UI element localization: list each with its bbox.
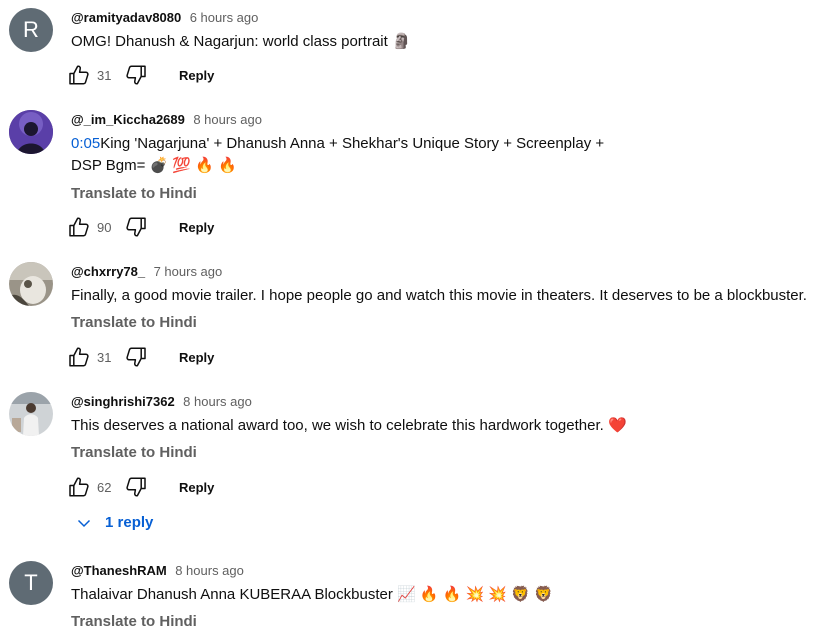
comment-text-line1: King 'Nagarjuna' + Dhanush Anna + Shekha… (100, 135, 605, 152)
like-count: 31 (97, 349, 112, 365)
reply-button[interactable]: Reply (179, 68, 214, 83)
comment-emoji: 💣 💯 🔥 🔥 (149, 157, 237, 174)
comment-actions: 62 Reply (67, 475, 214, 499)
comment-time[interactable]: 6 hours ago (190, 10, 259, 25)
comment-time[interactable]: 8 hours ago (193, 112, 262, 127)
avatar[interactable]: R (9, 8, 53, 52)
comment-emoji: 📈 🔥 🔥 💥 💥 🦁 🦁 (397, 586, 553, 603)
comment-emoji: ❤️ (607, 417, 627, 434)
comment-author[interactable]: @singhrishi7362 (71, 394, 175, 409)
avatar-letter: T (24, 570, 38, 595)
comment-time[interactable]: 8 hours ago (183, 394, 252, 409)
comment-actions: 31 Reply (67, 63, 214, 87)
comment-text-body: OMG! Dhanush & Nagarjun: world class por… (71, 33, 388, 50)
translate-button[interactable]: Translate to Hindi (71, 185, 197, 202)
comment-actions: 90 Reply (67, 215, 214, 239)
comment-header: @ramityadav8080 6 hours ago (71, 9, 258, 27)
thumbs-up-icon[interactable] (67, 63, 91, 87)
thumbs-down-icon[interactable] (124, 215, 148, 239)
chevron-down-icon (77, 519, 91, 527)
like-count: 31 (97, 67, 112, 83)
avatar[interactable] (9, 262, 53, 306)
thumbs-up-icon[interactable] (67, 345, 91, 369)
replies-toggle[interactable]: 1 reply (76, 514, 153, 531)
reply-button[interactable]: Reply (179, 220, 214, 235)
thumbs-down-icon[interactable] (124, 63, 148, 87)
like-count: 90 (97, 219, 112, 235)
thumbs-down-icon[interactable] (124, 345, 148, 369)
comment-text-line2: DSP Bgm= (71, 157, 146, 174)
thumbs-up-icon[interactable] (67, 475, 91, 499)
reply-button[interactable]: Reply (179, 480, 214, 495)
avatar[interactable] (9, 392, 53, 436)
avatar-image (9, 262, 53, 306)
comment-time[interactable]: 7 hours ago (154, 264, 223, 279)
like-count: 62 (97, 479, 112, 495)
comment-actions: 31 Reply (67, 345, 214, 369)
comment-text: Finally, a good movie trailer. I hope pe… (71, 287, 807, 304)
comment-author[interactable]: @ThaneshRAM (71, 563, 167, 578)
comment-text: This deserves a national award too, we w… (71, 415, 627, 437)
comment-text: OMG! Dhanush & Nagarjun: world class por… (71, 31, 411, 53)
avatar-image (9, 110, 53, 154)
comment-header: @_im_Kiccha2689 8 hours ago (71, 111, 262, 129)
avatar[interactable]: T (9, 561, 53, 605)
comment-header: @singhrishi7362 8 hours ago (71, 393, 252, 411)
thumbs-up-icon[interactable] (67, 215, 91, 239)
comment-text-body: This deserves a national award too, we w… (71, 417, 604, 434)
comment-header: @chxrry78_ 7 hours ago (71, 263, 222, 281)
translate-button[interactable]: Translate to Hindi (71, 314, 197, 331)
timestamp-link[interactable]: 0:05 (71, 135, 100, 152)
comment-text-body: Thalaivar Dhanush Anna KUBERAA Blockbust… (71, 586, 393, 603)
comment-emoji: 🗿 (391, 33, 411, 50)
comment-text: 0:05King 'Nagarjuna' + Dhanush Anna + Sh… (71, 133, 604, 177)
comment-author[interactable]: @chxrry78_ (71, 264, 145, 279)
translate-button[interactable]: Translate to Hindi (71, 444, 197, 461)
comment-time[interactable]: 8 hours ago (175, 563, 244, 578)
avatar-letter: R (23, 17, 39, 42)
translate-button[interactable]: Translate to Hindi (71, 613, 197, 630)
comment-author[interactable]: @ramityadav8080 (71, 10, 181, 25)
thumbs-down-icon[interactable] (124, 475, 148, 499)
comment-header: @ThaneshRAM 8 hours ago (71, 562, 244, 580)
avatar-image (9, 392, 53, 436)
replies-label: 1 reply (105, 514, 154, 531)
avatar[interactable] (9, 110, 53, 154)
comment-author[interactable]: @_im_Kiccha2689 (71, 112, 185, 127)
reply-button[interactable]: Reply (179, 350, 214, 365)
comment-text: Thalaivar Dhanush Anna KUBERAA Blockbust… (71, 584, 553, 606)
